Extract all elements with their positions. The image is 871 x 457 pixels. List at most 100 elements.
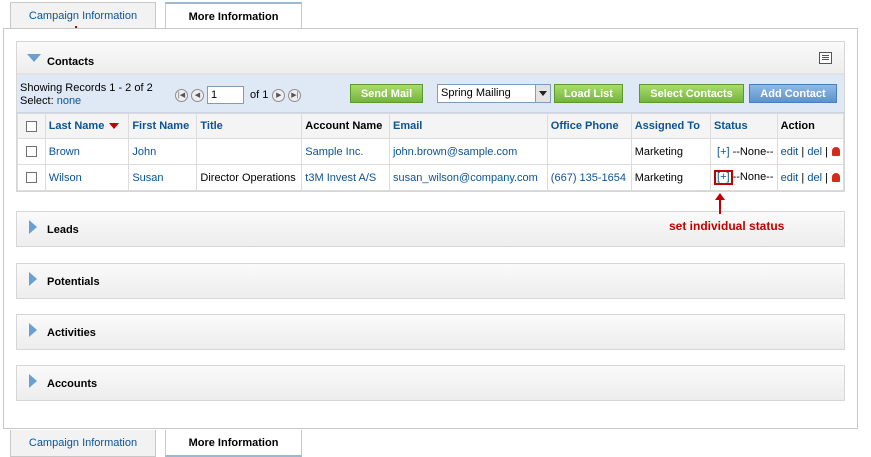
- edit-link[interactable]: edit: [781, 172, 799, 184]
- page-of-label: of 1: [250, 89, 269, 101]
- assigned-cell: Marketing: [630, 164, 712, 191]
- row-checkbox[interactable]: [25, 172, 37, 184]
- bell-icon[interactable]: [832, 173, 840, 183]
- status-cell: [+] --None--: [710, 164, 778, 191]
- panel-title: Accounts: [47, 378, 98, 390]
- bell-icon[interactable]: [832, 147, 840, 157]
- annotation-text: set individual status: [669, 219, 785, 233]
- last-page-icon[interactable]: ▶|: [288, 88, 302, 102]
- col-label: Title: [200, 120, 223, 132]
- first-page-icon[interactable]: |◀: [175, 88, 188, 102]
- prev-page-icon[interactable]: ◀: [191, 88, 204, 102]
- col-label: First Name: [132, 120, 190, 132]
- col-label: Action: [780, 120, 815, 132]
- accounts-panel: Accounts: [16, 365, 845, 401]
- table-header-row: Last Name First Name Title Account Name …: [17, 113, 845, 139]
- last-name-link[interactable]: Wilson: [49, 172, 82, 184]
- status-value: --None--: [732, 171, 774, 183]
- expand-triangle-icon[interactable]: [29, 220, 37, 234]
- pager: |◀ ◀ of 1 ▶ ▶|: [175, 86, 304, 104]
- page-number-input[interactable]: [207, 86, 244, 104]
- delete-link[interactable]: del: [807, 146, 822, 158]
- mailing-select-value: Spring Mailing: [441, 87, 511, 99]
- account-link[interactable]: t3M Invest A/S: [305, 172, 376, 184]
- status-highlight-box: [+]: [714, 170, 733, 185]
- mailing-select[interactable]: Spring Mailing: [437, 84, 551, 103]
- select-all-column: [17, 113, 46, 139]
- contacts-table: Last Name First Name Title Account Name …: [17, 113, 845, 191]
- assigned-cell: Marketing: [630, 138, 712, 165]
- edit-link[interactable]: edit: [781, 146, 799, 158]
- col-label: Last Name: [48, 120, 105, 132]
- load-list-button[interactable]: Load List: [554, 84, 623, 103]
- status-expand-button[interactable]: [+]: [717, 171, 730, 183]
- col-label: Office Phone: [550, 120, 619, 132]
- select-none-link[interactable]: none: [57, 95, 81, 107]
- title-cell: [196, 138, 303, 165]
- sort-desc-icon[interactable]: [109, 123, 120, 130]
- row-select-cell: [17, 164, 46, 191]
- col-email[interactable]: Email: [388, 113, 548, 139]
- select-label: Select:: [20, 95, 54, 107]
- col-office-phone[interactable]: Office Phone: [546, 113, 632, 139]
- contacts-toolbar: Showing Records 1 - 2 of 2 Select: none …: [17, 75, 844, 113]
- tab-campaign-information[interactable]: Campaign Information: [10, 430, 156, 457]
- col-account-name: Account Name: [301, 113, 390, 139]
- expand-triangle-icon[interactable]: [29, 374, 37, 388]
- col-first-name[interactable]: First Name: [128, 113, 198, 139]
- col-status[interactable]: Status: [710, 113, 778, 139]
- col-title[interactable]: Title: [196, 113, 303, 139]
- col-last-name[interactable]: Last Name: [44, 113, 130, 139]
- contacts-panel: Contacts Showing Records 1 - 2 of 2 Sele…: [16, 41, 845, 192]
- collapse-triangle-icon[interactable]: [27, 54, 41, 62]
- panel-title: Leads: [47, 224, 79, 236]
- potentials-panel-header[interactable]: Potentials: [17, 264, 844, 298]
- col-action: Action: [776, 113, 845, 139]
- potentials-panel: Potentials: [16, 263, 845, 299]
- col-assigned-to[interactable]: Assigned To: [630, 113, 712, 139]
- tab-label: Campaign Information: [28, 437, 138, 449]
- status-cell: [+] --None--: [710, 138, 778, 165]
- chevron-down-icon[interactable]: [535, 85, 550, 102]
- add-contact-button[interactable]: Add Contact: [749, 84, 837, 103]
- tab-label: Campaign Information: [28, 10, 138, 22]
- next-page-icon[interactable]: ▶: [272, 88, 286, 102]
- activities-panel: Activities: [16, 314, 845, 350]
- account-link[interactable]: Sample Inc.: [305, 146, 363, 158]
- action-cell: edit | del |: [776, 138, 845, 165]
- send-mail-button[interactable]: Send Mail: [350, 84, 423, 103]
- tab-label: More Information: [188, 10, 279, 23]
- col-label: Email: [392, 120, 423, 132]
- last-name-link[interactable]: Brown: [49, 146, 80, 158]
- delete-link[interactable]: del: [807, 172, 822, 184]
- col-label: Status: [714, 120, 748, 132]
- col-label: Account Name: [305, 120, 383, 132]
- tab-campaign-information[interactable]: Campaign Information: [10, 2, 156, 29]
- table-row: Brown John Sample Inc. john.brown@sample…: [17, 138, 845, 165]
- select-contacts-button[interactable]: Select Contacts: [639, 84, 744, 103]
- expand-triangle-icon[interactable]: [29, 323, 37, 337]
- email-link[interactable]: john.brown@sample.com: [393, 146, 517, 158]
- first-name-link[interactable]: John: [132, 146, 156, 158]
- tab-label: More Information: [188, 436, 279, 449]
- status-expand-button[interactable]: [+]: [714, 146, 733, 158]
- row-checkbox[interactable]: [25, 146, 37, 158]
- phone-link[interactable]: (667) 135-1654: [551, 172, 626, 184]
- expand-triangle-icon[interactable]: [29, 272, 37, 286]
- status-value: --None--: [732, 145, 774, 158]
- title-cell: Director Operations: [196, 164, 303, 191]
- email-link[interactable]: susan_wilson@company.com: [393, 172, 538, 184]
- tab-more-information[interactable]: More Information: [165, 430, 302, 457]
- action-cell: edit | del |: [776, 164, 845, 191]
- select-all-checkbox[interactable]: [25, 120, 37, 132]
- accounts-panel-header[interactable]: Accounts: [17, 366, 844, 400]
- activities-panel-header[interactable]: Activities: [17, 315, 844, 349]
- panel-title: Contacts: [47, 56, 95, 68]
- panel-title: Activities: [47, 327, 96, 339]
- tab-more-information[interactable]: More Information: [165, 2, 302, 29]
- first-name-link[interactable]: Susan: [132, 172, 163, 184]
- print-icon[interactable]: [819, 52, 832, 64]
- contacts-panel-header[interactable]: Contacts: [17, 42, 844, 75]
- col-label: Assigned To: [634, 120, 700, 132]
- records-text: Showing Records 1 - 2 of 2: [20, 82, 153, 94]
